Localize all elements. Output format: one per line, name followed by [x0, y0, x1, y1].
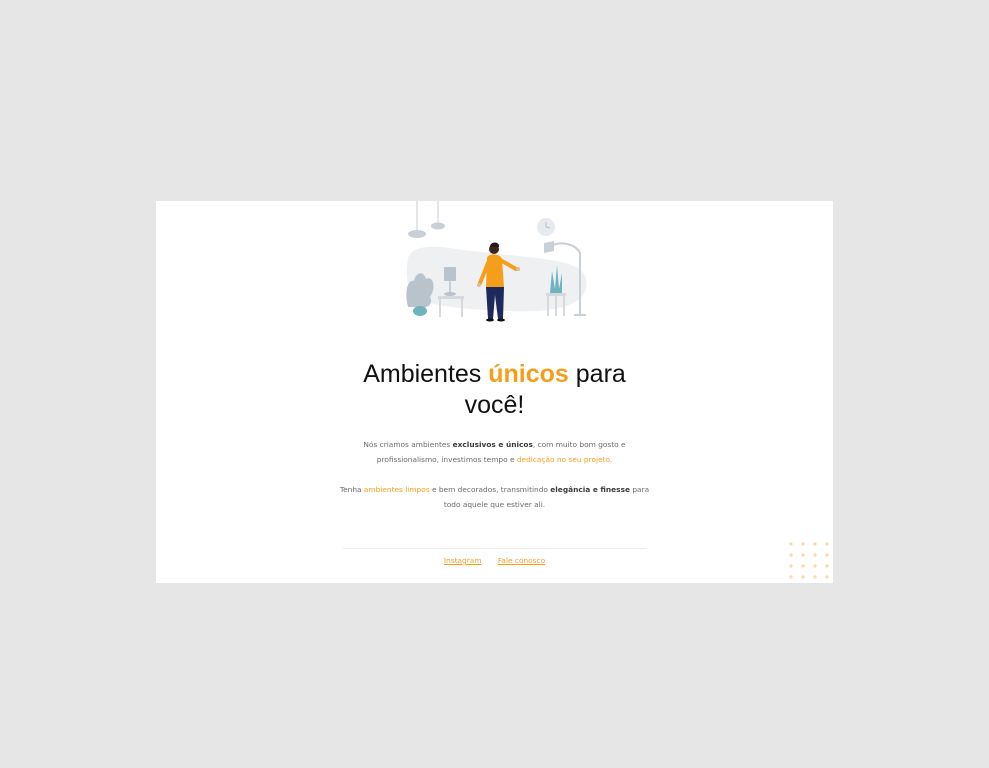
secondary-highlight: ambientes limpos: [363, 485, 430, 494]
title-line-2: você!: [464, 391, 525, 419]
landing-card: Ambientes únicos para você! Nós criamos …: [156, 201, 833, 583]
secondary-text-1: Tenha: [339, 485, 364, 494]
title-part-1: Ambientes: [363, 360, 489, 388]
intro-highlight: dedicação no seu projeto.: [516, 455, 613, 464]
intro-bold: exclusivos e únicos: [452, 440, 533, 449]
footer-divider: [343, 548, 646, 549]
title-part-2: para: [568, 360, 626, 388]
dot-grid-decoration: [789, 542, 829, 579]
secondary-paragraph: Tenha ambientes limpos e bem decorados, …: [332, 482, 657, 512]
intro-paragraph: Nós criamos ambientes exclusivos e único…: [332, 437, 657, 467]
footer-links: Instagram Fale conosco: [156, 556, 833, 565]
instagram-link[interactable]: Instagram: [444, 556, 482, 565]
secondary-bold: elegância e finesse: [550, 485, 630, 494]
page-title: Ambientes únicos para você!: [156, 359, 833, 421]
intro-text-1: Nós criamos ambientes: [363, 440, 453, 449]
contact-link[interactable]: Fale conosco: [498, 556, 545, 565]
secondary-text-2: e bem decorados, transmitindo: [429, 485, 551, 494]
room-illustration: [406, 201, 587, 322]
title-accent: únicos: [488, 360, 569, 388]
